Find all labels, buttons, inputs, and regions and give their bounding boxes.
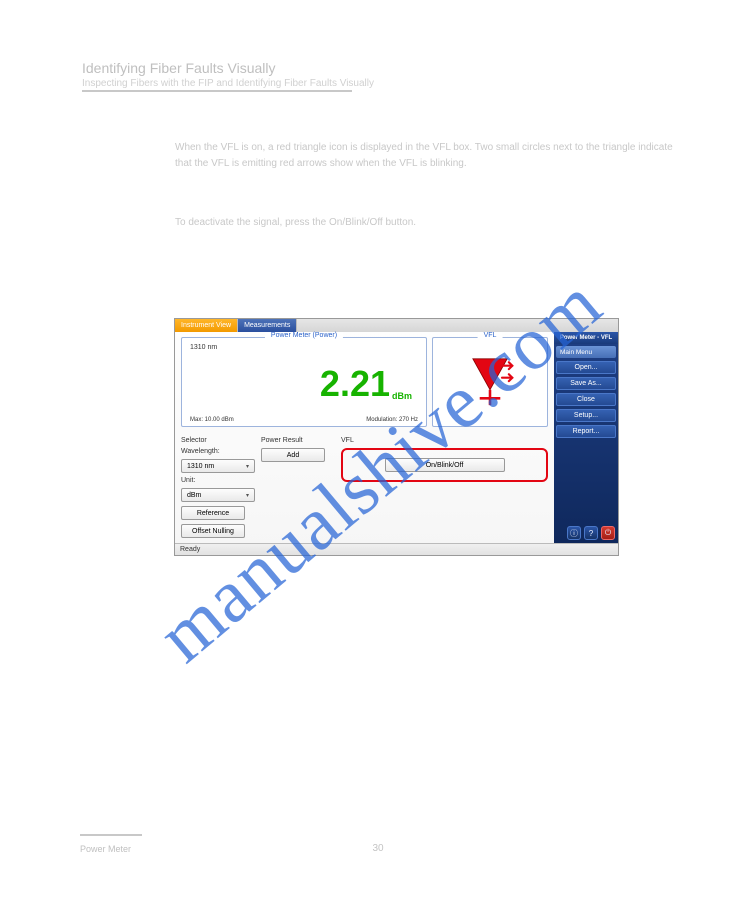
selector-header: Selector <box>181 437 255 444</box>
vfl-control-group: VFL On/Blink/Off <box>341 437 548 538</box>
selector-group: Selector Wavelength: 1310 nm ▾ Unit: dBm… <box>181 437 255 538</box>
power-panel-title: Power Meter (Power) <box>265 332 343 339</box>
app-window: Instrument View Measurements Power Meter… <box>174 318 619 556</box>
body-paragraph-1: When the VFL is on, a red triangle icon … <box>175 140 675 172</box>
wavelength-select[interactable]: 1310 nm ▾ <box>181 459 255 473</box>
footer-rule <box>80 834 142 836</box>
wavelength-label: Wavelength: <box>181 448 255 455</box>
app-title-bar: Power Meter - VFL <box>554 332 618 344</box>
sidebar-item-setup[interactable]: Setup... <box>556 409 616 422</box>
chevron-down-icon: ▾ <box>246 463 249 470</box>
power-result-header: Power Result <box>261 437 335 444</box>
vfl-triangle-icon <box>464 352 516 412</box>
body-paragraph-2: To deactivate the signal, press the On/B… <box>175 215 675 231</box>
info-icon: ⓘ <box>570 528 578 539</box>
wavelength-value: 1310 nm <box>187 463 214 470</box>
power-result-group: Power Result Add <box>261 437 335 538</box>
help-button[interactable]: ? <box>584 526 598 540</box>
help-icon: ? <box>589 529 593 538</box>
sidebar: Power Meter - VFL Main Menu Open... Save… <box>554 332 618 543</box>
tab-instrument-view[interactable]: Instrument View <box>175 319 238 332</box>
vfl-ctrl-header: VFL <box>341 437 548 444</box>
page-header-subtitle: Inspecting Fibers with the FIP and Ident… <box>82 78 374 89</box>
power-max: Max: 10.00 dBm <box>190 417 234 423</box>
page-header-title: Identifying Fiber Faults Visually <box>82 60 382 76</box>
sidebar-main-menu-header: Main Menu <box>556 346 616 358</box>
tab-bar: Instrument View Measurements <box>175 319 618 332</box>
power-icon: ⏻ <box>605 528 611 538</box>
sidebar-footer: ⓘ ? ⏻ <box>554 523 618 543</box>
header-rule <box>82 90 352 92</box>
page-number: 30 <box>372 843 383 854</box>
exit-button[interactable]: ⏻ <box>601 526 615 540</box>
reference-button[interactable]: Reference <box>181 506 245 520</box>
offset-nulling-button[interactable]: Offset Nulling <box>181 524 245 538</box>
unit-value: dBm <box>187 492 201 499</box>
power-meter-panel: Power Meter (Power) 1310 nm 2.21 dBm Max… <box>181 337 427 427</box>
main-area: Power Meter (Power) 1310 nm 2.21 dBm Max… <box>175 332 554 543</box>
power-wavelength: 1310 nm <box>190 344 418 351</box>
add-button[interactable]: Add <box>261 448 325 462</box>
text: when the VFL is blinking. <box>356 158 467 169</box>
info-button[interactable]: ⓘ <box>567 526 581 540</box>
power-value: 2.21 dBm <box>190 351 418 417</box>
status-bar: Ready <box>175 543 618 555</box>
vfl-button-highlight: On/Blink/Off <box>341 448 548 482</box>
sidebar-item-save-as[interactable]: Save As... <box>556 377 616 390</box>
power-number: 2.21 <box>320 363 390 405</box>
vfl-panel: VFL <box>432 337 548 427</box>
sidebar-item-report[interactable]: Report... <box>556 425 616 438</box>
text: When the VFL is on, a red triangle icon … <box>175 142 519 153</box>
chevron-down-icon: ▾ <box>246 492 249 499</box>
power-unit: dBm <box>392 391 412 401</box>
sidebar-item-open[interactable]: Open... <box>556 361 616 374</box>
tab-measurements[interactable]: Measurements <box>238 319 297 332</box>
unit-label: Unit: <box>181 477 255 484</box>
sidebar-item-close[interactable]: Close <box>556 393 616 406</box>
footer-text: Power Meter <box>80 844 131 854</box>
unit-select[interactable]: dBm ▾ <box>181 488 255 502</box>
vfl-panel-title: VFL <box>478 332 503 339</box>
vfl-on-blink-off-button[interactable]: On/Blink/Off <box>385 458 505 472</box>
power-modulation: Modulation: 270 Hz <box>366 417 418 423</box>
